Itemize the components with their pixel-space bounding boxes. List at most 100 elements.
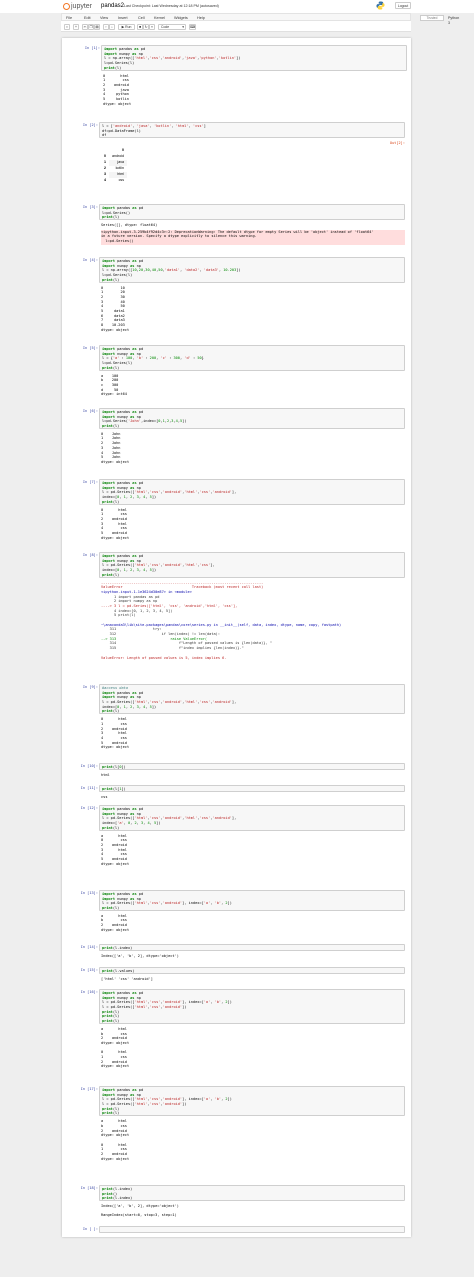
output-line: dtype: object	[101, 861, 130, 866]
brand-name: jupyter	[71, 3, 93, 10]
checkpoint-text: Last Checkpoint: Last Wednesday at 12:18…	[124, 4, 199, 8]
cell-output: Index(['a', 'b', 2], dtype='object') Rang…	[101, 1204, 405, 1219]
code-input[interactable]: print(l.index) print() print(l.index)	[99, 1185, 405, 1202]
menu-edit[interactable]: Edit	[84, 16, 91, 21]
input-prompt: In [16]:	[80, 990, 98, 994]
menu-widgets[interactable]: Widgets	[174, 16, 188, 21]
stderr-line: l=pd.Series()	[101, 239, 134, 244]
code-line: print(l)	[102, 499, 120, 504]
notebook-name[interactable]: pandas2	[101, 3, 124, 10]
menu-help[interactable]: Help	[197, 16, 205, 21]
scissors-icon: ✂	[83, 24, 87, 29]
paste-icon: ▤	[95, 24, 99, 29]
menu-bar: File Edit View Insert Cell Kernel Widget…	[61, 13, 459, 25]
cell-output: css	[101, 795, 405, 801]
cell-output: Series([], dtype: float64)	[101, 223, 405, 229]
code-input[interactable]: l = ['android', 'java', 'kotlin', 'html'…	[99, 122, 405, 139]
code-line: print(l)	[102, 215, 120, 220]
table-row: 0 android	[101, 154, 127, 160]
table-cell: 4	[104, 178, 106, 183]
play-icon: ▶	[121, 24, 125, 29]
output-line: Index(['a', 'b', 2], dtype='object')	[101, 953, 179, 958]
menu-insert[interactable]: Insert	[118, 16, 128, 21]
plus-icon: +	[75, 24, 77, 29]
toolbar: ▪ + ✂ ❐ ▤ ↑ ↓ ▶ Run ■ ↻ » Code ▾ ⌨	[61, 21, 411, 32]
traceback-output: ----------------------------------------…	[101, 580, 405, 662]
code-input[interactable]: import pandas as pd import numpy as np l =…	[99, 345, 405, 371]
code-line: print(l)	[102, 825, 120, 830]
run-button[interactable]: ▶ Run	[118, 23, 135, 30]
input-prompt: In [12]:	[80, 806, 98, 810]
paste-button[interactable]: ▤	[94, 23, 100, 30]
code-line: print(l)	[102, 906, 120, 911]
code-input[interactable]: print(l.values)	[99, 967, 405, 974]
cell-output: 0 10 1 20 2 30 3 40 4 50 5 data1 6 data2 7 data…	[101, 286, 405, 334]
insert-cell-button[interactable]: +	[73, 23, 79, 30]
code-input[interactable]: import pandas as pd import numpy as np l =…	[99, 989, 405, 1024]
kernel-name[interactable]: Python 3	[448, 16, 459, 26]
code-input[interactable]: import pandas as pd import numpy as np l =…	[99, 805, 405, 831]
move-down-button[interactable]: ↓	[109, 23, 115, 30]
chevron-down-icon: ▾	[182, 24, 184, 29]
output-line: dtype: object	[101, 927, 130, 932]
cell-type-select[interactable]: Code ▾	[158, 23, 186, 30]
input-prompt: In [5]:	[82, 346, 98, 350]
python-icon	[376, 1, 385, 10]
code-input[interactable]: import pandas as pd import numpy as np l =…	[99, 552, 405, 578]
code-line: print(l)	[102, 1111, 120, 1116]
output-line: dtype: object	[101, 459, 130, 464]
table-cell: css	[118, 178, 124, 183]
cell-output: a html b css 2 android dtype: object 0 html 1…	[101, 1119, 405, 1162]
code-line: df	[102, 133, 107, 138]
input-prompt: In [3]:	[82, 205, 98, 209]
stop-icon: ■	[138, 24, 142, 29]
trusted-indicator[interactable]: Trusted	[420, 15, 444, 21]
cell-type-value: Code	[161, 24, 170, 29]
code-line: print(l.index)	[102, 946, 133, 950]
code-input[interactable]: import pandas as pd import numpy as np l =…	[99, 1086, 405, 1117]
input-prompt: In [10]:	[80, 764, 98, 768]
output-line: ['html' 'css' 'android']	[101, 976, 153, 981]
run-label: Run	[125, 24, 132, 29]
cell-output: Index(['a', 'b', 2], dtype='object')	[101, 954, 405, 960]
menu-cell[interactable]: Cell	[138, 16, 145, 21]
autosave-status: (autosaved)	[199, 4, 219, 8]
input-prompt: In [11]:	[80, 786, 98, 790]
save-button[interactable]: ▪	[64, 23, 70, 30]
jupyter-logo[interactable]: jupyter	[63, 3, 95, 11]
code-input[interactable]: print(l.index)	[99, 944, 405, 951]
code-input[interactable]: #access data import pandas as pd import nu…	[99, 684, 405, 715]
code-input[interactable]: import pandas as pd import numpy as np l =…	[101, 45, 407, 71]
input-prompt: In [ ]:	[82, 1227, 98, 1231]
cell-output: 0 John 1 John 2 John 3 John 4 John 5 John dtyp…	[101, 432, 405, 466]
logout-button[interactable]: Logout	[395, 2, 411, 9]
table-row: 4 css	[101, 178, 127, 184]
code-input[interactable]: print(l[0])	[99, 763, 405, 770]
cell-output: a html b css 2 android dtype: object	[101, 914, 405, 934]
code-line: print(l[1])	[102, 787, 126, 791]
code-line: print(l[0])	[102, 765, 126, 769]
input-prompt: In [1]:	[84, 46, 100, 50]
command-palette-button[interactable]: ⌨	[189, 23, 196, 30]
input-prompt: In [7]:	[82, 480, 98, 484]
output-line: dtype: object	[101, 1064, 130, 1069]
menu-file[interactable]: File	[66, 16, 72, 21]
restart-run-all-button[interactable]: »	[149, 23, 155, 30]
code-input[interactable]	[99, 1226, 405, 1233]
code-input[interactable]: print(l[1])	[99, 785, 405, 792]
menu-view[interactable]: View	[100, 16, 108, 21]
copy-icon: ❐	[89, 24, 93, 29]
code-input[interactable]: import pandas as pd import numpy as np l=p…	[99, 408, 405, 429]
input-prompt: In [13]:	[80, 891, 98, 895]
restart-icon: ↻	[144, 24, 148, 29]
code-input[interactable]: import pandas as pd l=pd.Series() print(l)	[99, 204, 405, 221]
input-prompt: In [17]:	[80, 1087, 98, 1091]
code-input[interactable]: import pandas as pd import numpy as np l =…	[99, 257, 405, 283]
code-line: print(l.values)	[102, 969, 135, 973]
menu-kernel[interactable]: Kernel	[154, 16, 165, 21]
code-input[interactable]: import pandas as pd import numpy as np l =…	[99, 479, 405, 505]
fast-forward-icon: »	[151, 24, 153, 29]
code-line: print(l)	[102, 1019, 120, 1024]
output-line: dtype: object	[101, 327, 130, 332]
code-input[interactable]: import pandas as pd import numpy as np l =…	[99, 890, 405, 911]
